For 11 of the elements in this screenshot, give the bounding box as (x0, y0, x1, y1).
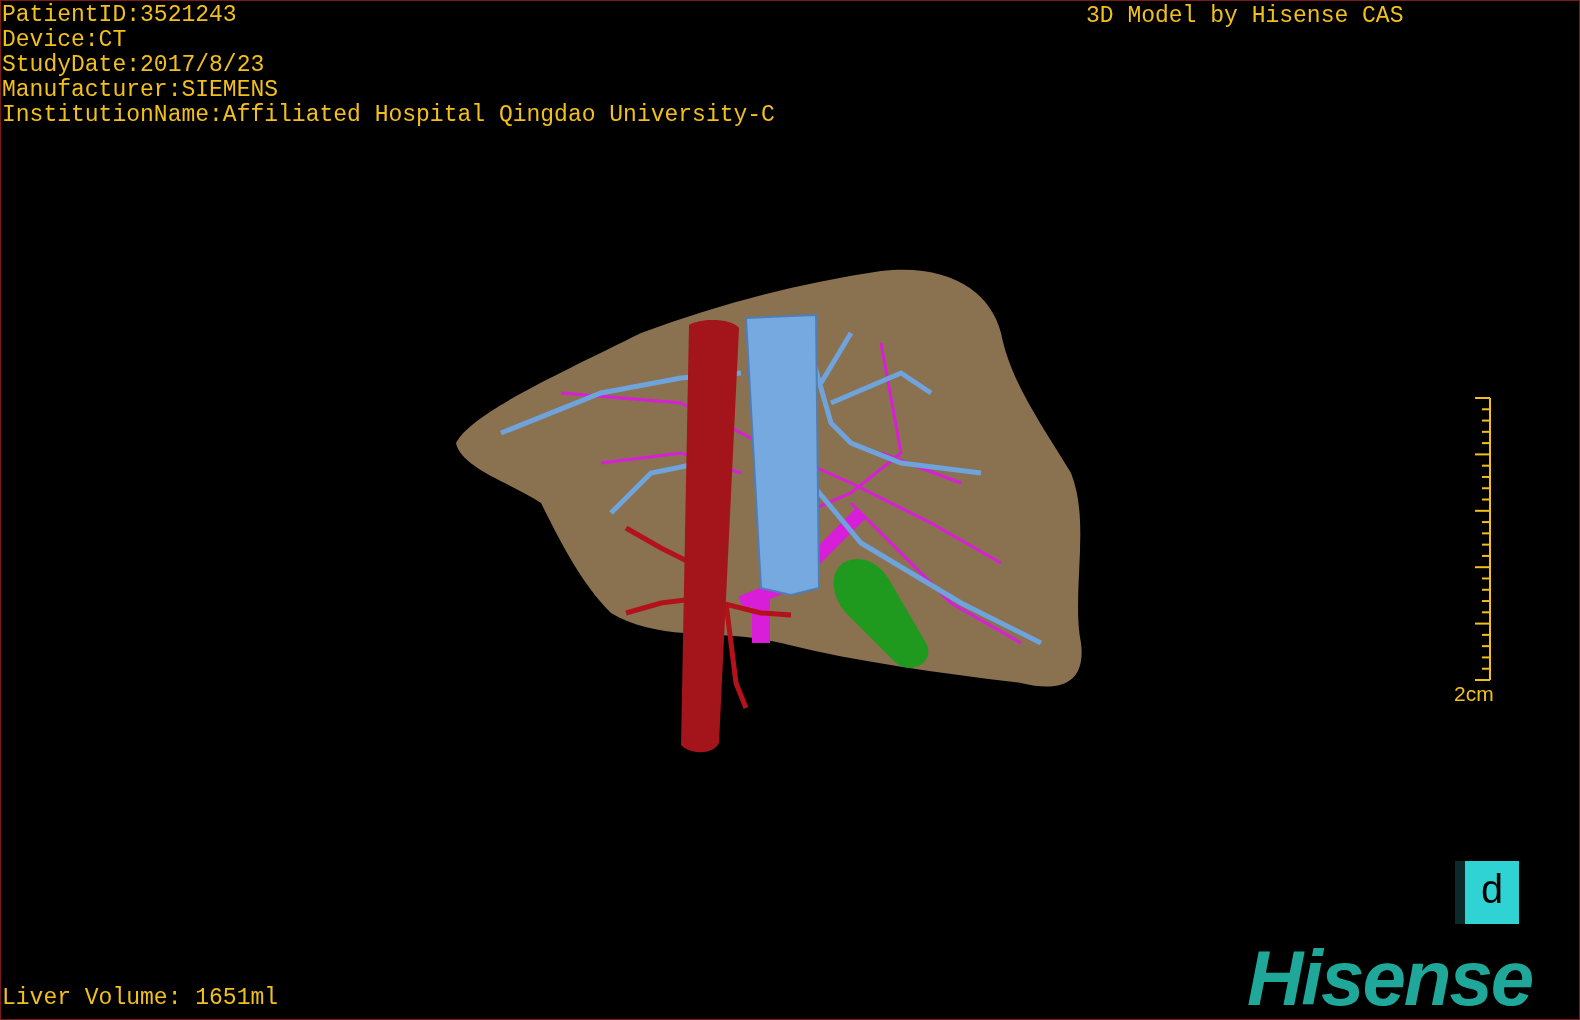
brand-logo: Hisense (1247, 938, 1533, 1018)
study-info-text: PatientID:3521243 (2, 3, 238, 28)
study-info-text: InstitutionName:Affiliated Hospital Qingdao University-C (2, 103, 775, 128)
study-info-text: StudyDate:2017/8/23 (2, 53, 266, 78)
liver-volume-text: Liver Volume: 1651ml (2, 986, 279, 1011)
study-info-text: Device:CT (2, 28, 128, 53)
scale-ruler-icon (1473, 397, 1493, 681)
model-credit-text: 3D Model by Hisense CAS (1086, 4, 1404, 29)
view-toggle-button[interactable]: d (1455, 861, 1519, 924)
scale-label: 2cm (1454, 682, 1494, 706)
study-info-text: Manufacturer:SIEMENS (2, 78, 280, 103)
